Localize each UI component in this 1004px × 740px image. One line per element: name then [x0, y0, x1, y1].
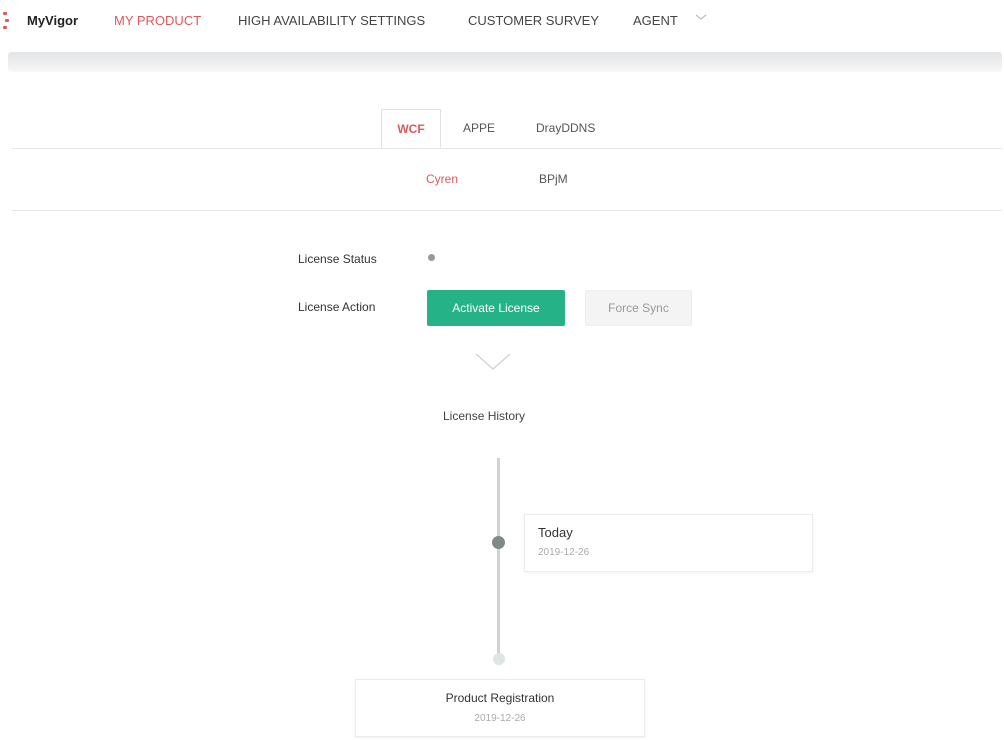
header-shadow-bar: [8, 52, 1002, 72]
history-card-today: Today 2019-12-26: [524, 514, 813, 572]
history-card-date: 2019-12-26: [538, 547, 590, 558]
tab-wcf[interactable]: WCF: [381, 109, 441, 148]
history-card-title: Today: [538, 525, 573, 540]
history-card-title: Product Registration: [445, 691, 555, 705]
timeline-dot-today: [492, 536, 505, 549]
subtab-bpjm[interactable]: BPjM: [539, 172, 568, 186]
license-status-indicator: [428, 254, 435, 261]
top-nav: MyVigor MY PRODUCT HIGH AVAILABILITY SET…: [0, 0, 1004, 42]
brand-logo-icon: [3, 12, 9, 30]
tab-drayddns[interactable]: DrayDDNS: [536, 121, 595, 135]
timeline-dot-registration: [493, 653, 505, 665]
nav-item-agent[interactable]: AGENT: [633, 13, 678, 28]
license-status-label: License Status: [298, 252, 377, 266]
nav-item-high-availability-settings[interactable]: HIGH AVAILABILITY SETTINGS: [238, 13, 425, 28]
timeline-line: [497, 458, 500, 658]
license-action-label: License Action: [298, 300, 376, 314]
history-card-date: 2019-12-26: [474, 713, 526, 724]
history-card-product-registration: Product Registration 2019-12-26: [355, 679, 645, 737]
force-sync-button[interactable]: Force Sync: [585, 290, 692, 326]
subtabs-divider: [12, 210, 1002, 211]
nav-item-customer-survey[interactable]: CUSTOMER SURVEY: [468, 13, 599, 28]
brand-name[interactable]: MyVigor: [27, 13, 78, 28]
subtab-cyren[interactable]: Cyren: [426, 172, 458, 186]
chevron-down-icon[interactable]: [694, 12, 708, 22]
activate-license-button[interactable]: Activate License: [427, 290, 565, 326]
expand-chevron-down-icon[interactable]: [474, 352, 512, 372]
tabs-divider: [12, 148, 1002, 149]
license-history-title: License History: [443, 409, 526, 423]
tab-appe[interactable]: APPE: [463, 121, 495, 135]
nav-item-my-product[interactable]: MY PRODUCT: [114, 13, 201, 28]
